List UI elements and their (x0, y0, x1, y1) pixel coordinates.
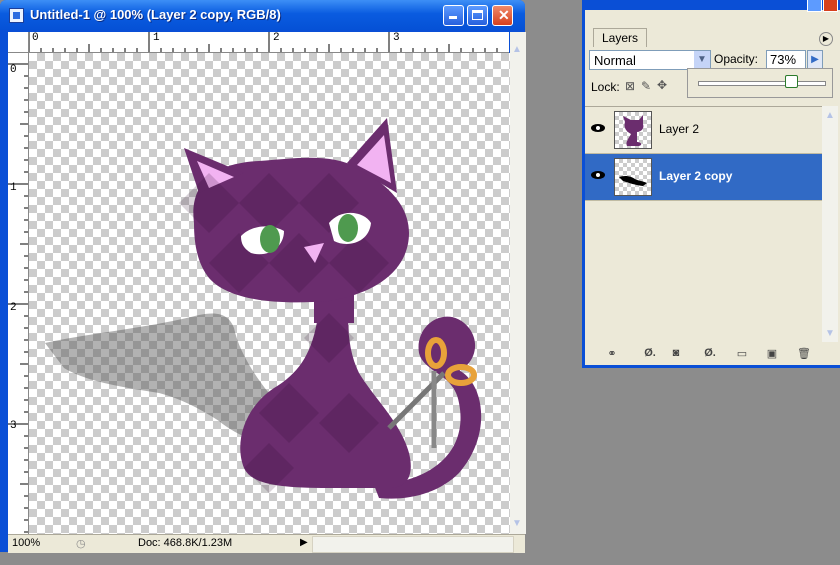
folder-icon[interactable]: ▭ (735, 347, 749, 360)
adjustment-icon[interactable]: Ø. (703, 347, 717, 359)
maximize-icon[interactable] (467, 5, 488, 26)
horizontal-scrollbar[interactable] (312, 536, 514, 553)
scroll-up-icon[interactable]: ▲ (512, 44, 522, 55)
trash-icon[interactable]: 🗑 (797, 347, 811, 360)
close-icon[interactable]: ✕ (492, 5, 513, 26)
ruler-top-label-3: 3 (393, 32, 400, 44)
minimize-icon[interactable] (443, 5, 464, 26)
ruler-top-label-0: 0 (32, 32, 39, 44)
ruler-left-label-1: 1 (10, 182, 17, 194)
layers-panel: Layers ▶ Normal ▼ Opacity: 73% ▶ Lock: ⊠… (582, 0, 840, 368)
layers-scrollbar[interactable]: ▲ ▼ (822, 106, 838, 342)
play-icon[interactable]: ▶ (300, 537, 308, 548)
layer-name[interactable]: Layer 2 copy (659, 169, 732, 183)
layer-row-selected[interactable]: Layer 2 copy (585, 154, 822, 201)
panel-menu-icon[interactable]: ▶ (819, 32, 833, 46)
eye-icon[interactable] (589, 168, 607, 182)
lock-transparency-icon[interactable]: ⊠ (625, 79, 635, 93)
ruler-top: 0 1 2 3 (8, 32, 509, 53)
blend-mode-value: Normal (594, 53, 636, 68)
ruler-left-label-3: 3 (10, 420, 17, 432)
eye-icon[interactable] (589, 121, 607, 135)
tab-layers[interactable]: Layers (593, 28, 648, 47)
ruler-left-label-2: 2 (10, 302, 17, 314)
cat-pupil-right (338, 214, 358, 242)
scroll-down-icon[interactable]: ▼ (825, 328, 835, 339)
lock-move-icon[interactable]: ✥ (657, 78, 667, 92)
window-title: Untitled-1 @ 100% (Layer 2 copy, RGB/8) (30, 7, 281, 22)
vertical-scrollbar[interactable]: ▲ ▼ (510, 32, 526, 534)
info-icon[interactable]: ◷ (76, 537, 86, 550)
status-bar: 100% ◷ Doc: 468.8K/1.23M ▶ (8, 534, 525, 553)
lock-brush-icon[interactable]: ✎ (641, 79, 651, 93)
opacity-label: Opacity: (714, 52, 759, 66)
panel-minimize-icon[interactable] (807, 0, 822, 12)
fx-icon[interactable]: Ø. (643, 347, 657, 359)
ruler-corner (8, 32, 29, 53)
link-icon[interactable]: ⚭ (605, 347, 619, 360)
layer-name[interactable]: Layer 2 (659, 122, 699, 136)
opacity-input[interactable]: 73% (766, 50, 806, 70)
layer-thumbnail (614, 158, 652, 196)
scroll-down-icon[interactable]: ▼ (512, 518, 522, 529)
new-layer-icon[interactable]: ▣ (765, 347, 779, 360)
opacity-slider-toggle-icon[interactable]: ▶ (807, 50, 823, 70)
layer-list: Layer 2 Layer 2 copy (585, 106, 822, 343)
blend-mode-select[interactable]: Normal ▼ (589, 50, 711, 70)
ruler-left: 0 1 2 3 (8, 52, 29, 534)
opacity-slider-thumb[interactable] (785, 75, 798, 88)
document-icon (9, 8, 24, 23)
scroll-up-icon[interactable]: ▲ (825, 110, 835, 121)
panel-close-icon[interactable] (823, 0, 838, 12)
opacity-slider-popup (687, 68, 833, 98)
layers-panel-titlebar[interactable] (585, 0, 840, 12)
layer-thumbnail (614, 111, 652, 149)
doc-info[interactable]: Doc: 468.8K/1.23M (138, 537, 232, 549)
layers-toolbar: ⚭ Ø. ◙ Ø. ▭ ▣ 🗑 (585, 344, 840, 364)
mask-icon[interactable]: ◙ (669, 347, 683, 359)
opacity-slider-track[interactable] (698, 81, 826, 86)
document-window: Untitled-1 @ 100% (Layer 2 copy, RGB/8) … (0, 0, 526, 553)
canvas[interactable] (29, 53, 510, 534)
cat-pupil-left (260, 225, 280, 253)
zoom-level[interactable]: 100% (12, 537, 40, 549)
chevron-down-icon[interactable]: ▼ (694, 51, 710, 69)
ruler-top-label-1: 1 (153, 32, 160, 44)
layer-row[interactable]: Layer 2 (585, 107, 822, 154)
lock-label: Lock: (591, 80, 620, 94)
ruler-left-label-0: 0 (10, 64, 17, 76)
title-bar[interactable]: Untitled-1 @ 100% (Layer 2 copy, RGB/8) … (0, 0, 525, 30)
ruler-top-label-2: 2 (273, 32, 280, 44)
